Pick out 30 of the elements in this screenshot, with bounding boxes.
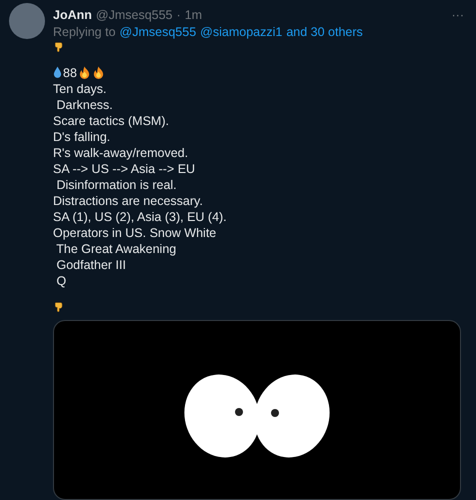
mention-link[interactable]: @Jmsesq555 <box>120 25 196 39</box>
more-menu[interactable]: ··· <box>452 8 464 22</box>
tweet-text: R's walk-away/removed. <box>53 144 188 160</box>
flame-icon <box>92 66 105 79</box>
tweet-text: The Great Awakening <box>55 240 176 256</box>
media-image[interactable] <box>53 320 461 500</box>
others-link[interactable]: and 30 others <box>286 25 363 39</box>
tweet-text: Operators in US. Snow White <box>53 224 216 240</box>
tweet-text: D's falling. <box>53 128 110 144</box>
water-drop-icon <box>53 66 62 79</box>
mention-link[interactable]: @siamopazzi1 <box>200 25 282 39</box>
tweet-text: Godfather III <box>55 256 126 272</box>
tweet-text: Scare tactics (MSM). <box>53 112 169 128</box>
post-time[interactable]: 1m <box>184 8 202 22</box>
replying-to-label: Replying to <box>53 25 116 39</box>
tweet-text: Darkness. <box>55 96 113 112</box>
tweet-text: Distractions are necessary. <box>53 192 203 208</box>
tweet-text: Disinformation is real. <box>55 176 177 192</box>
tweet-text: Q <box>55 272 66 288</box>
tweet-text: Ten days. <box>53 80 107 96</box>
tweet-text: SA (1), US (2), Asia (3), EU (4). <box>53 208 227 224</box>
separator-dot: · <box>176 8 181 22</box>
pointing-down-hand-icon <box>53 42 64 52</box>
user-handle: @Jmsesq555 <box>96 8 173 22</box>
tweet-text: SA --> US --> Asia --> EU <box>53 160 196 176</box>
avatar-picture[interactable] <box>9 3 45 39</box>
tweet-text: 88 <box>63 64 77 80</box>
display-name[interactable]: JoAnn <box>53 8 92 22</box>
flame-icon <box>78 66 91 79</box>
pointing-down-hand-icon <box>53 302 64 312</box>
